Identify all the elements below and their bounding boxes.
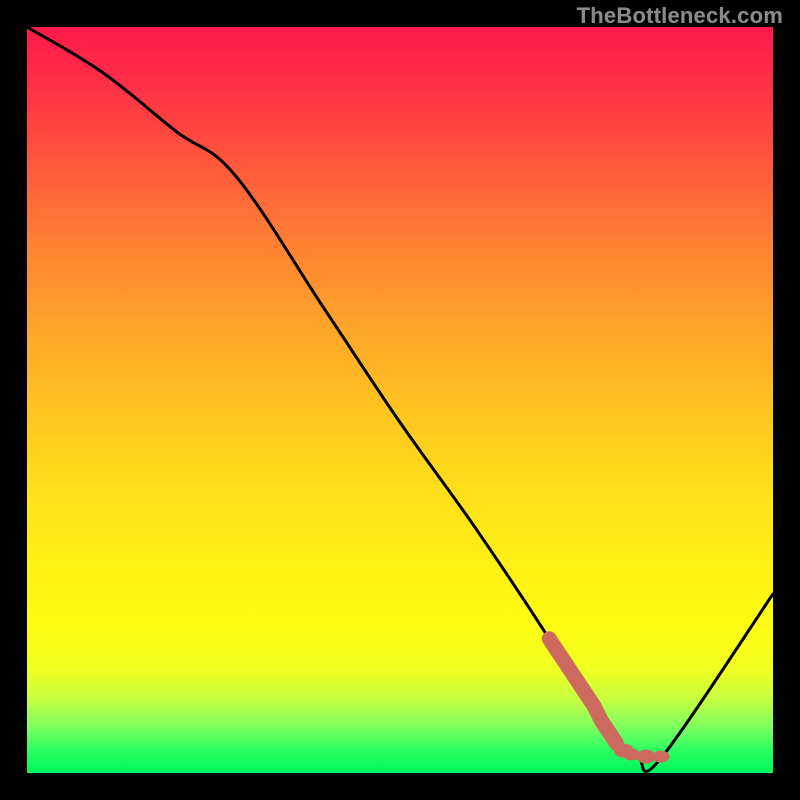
bottleneck-curve (27, 27, 773, 772)
attribution-watermark: TheBottleneck.com (577, 3, 783, 29)
highlight-dot (653, 751, 670, 763)
plot-area (27, 27, 773, 773)
highlight-segment (549, 639, 616, 743)
highlight-dots (614, 744, 669, 764)
curve-layer (27, 27, 773, 773)
chart-container: TheBottleneck.com (0, 0, 800, 800)
